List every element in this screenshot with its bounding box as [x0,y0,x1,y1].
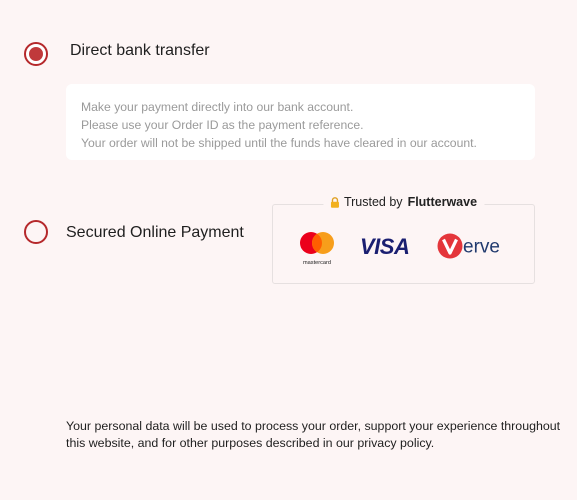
trust-prefix: Trusted by [343,195,403,209]
description-line: Please use your Order ID as the payment … [81,118,364,132]
description-line: Your order will not be shipped until the… [81,136,477,150]
flutterwave-trust-badge: Trusted by Flutterwave mastercard VISA e… [272,195,535,284]
visa-wordmark: VISA [360,235,409,257]
direct-bank-transfer-radio[interactable] [24,42,48,66]
secured-online-payment-label[interactable]: Secured Online Payment [66,224,244,242]
verve-wordmark: erve [463,237,500,258]
mastercard-wordmark: mastercard [303,260,331,266]
payment-methods-panel: Direct bank transfer Make your payment d… [0,0,577,500]
direct-bank-transfer-label[interactable]: Direct bank transfer [70,42,210,60]
lock-icon [330,196,339,208]
verve-logo: erve [437,232,509,265]
description-line: Make your payment directly into our bank… [81,100,354,114]
mastercard-logo: mastercard [297,229,337,267]
flutterwave-brand: Flutterwave [407,195,478,209]
visa-logo: VISA [360,234,418,262]
trust-badge-title: Trusted by Flutterwave [322,195,485,209]
bank-transfer-description: Make your payment directly into our bank… [66,84,535,160]
secured-online-payment-radio[interactable] [24,220,48,244]
privacy-notice: Your personal data will be used to proce… [66,419,561,450]
